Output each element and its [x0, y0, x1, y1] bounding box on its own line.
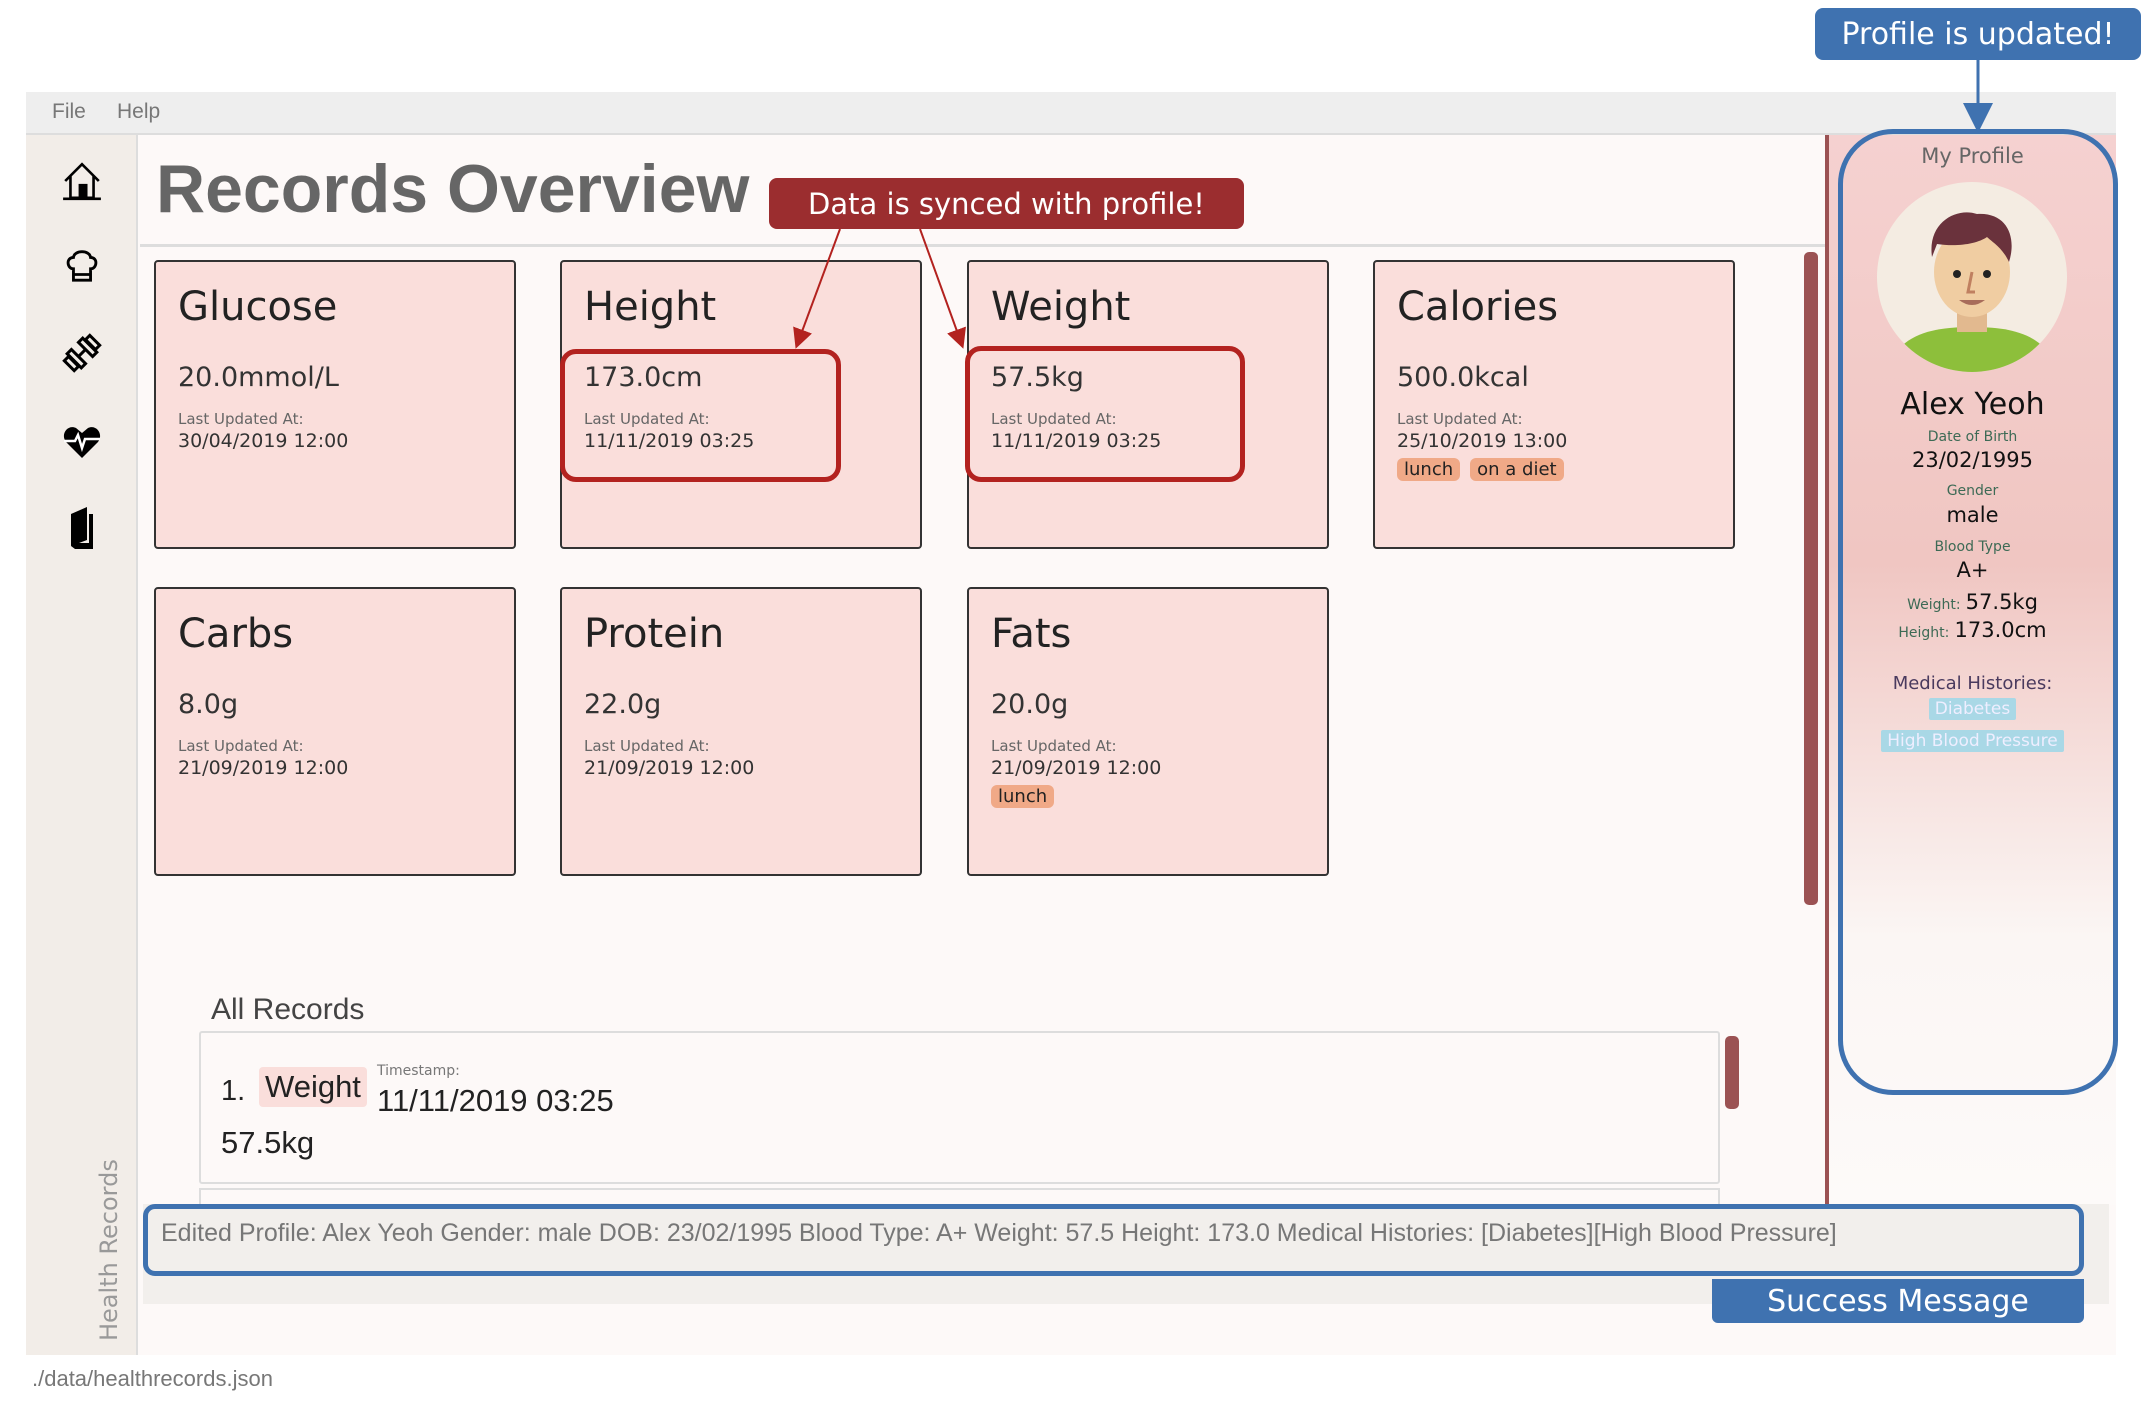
arrow-to-height	[793, 228, 841, 349]
annotation-arrows	[793, 60, 1993, 349]
arrow-to-weight	[919, 228, 966, 349]
